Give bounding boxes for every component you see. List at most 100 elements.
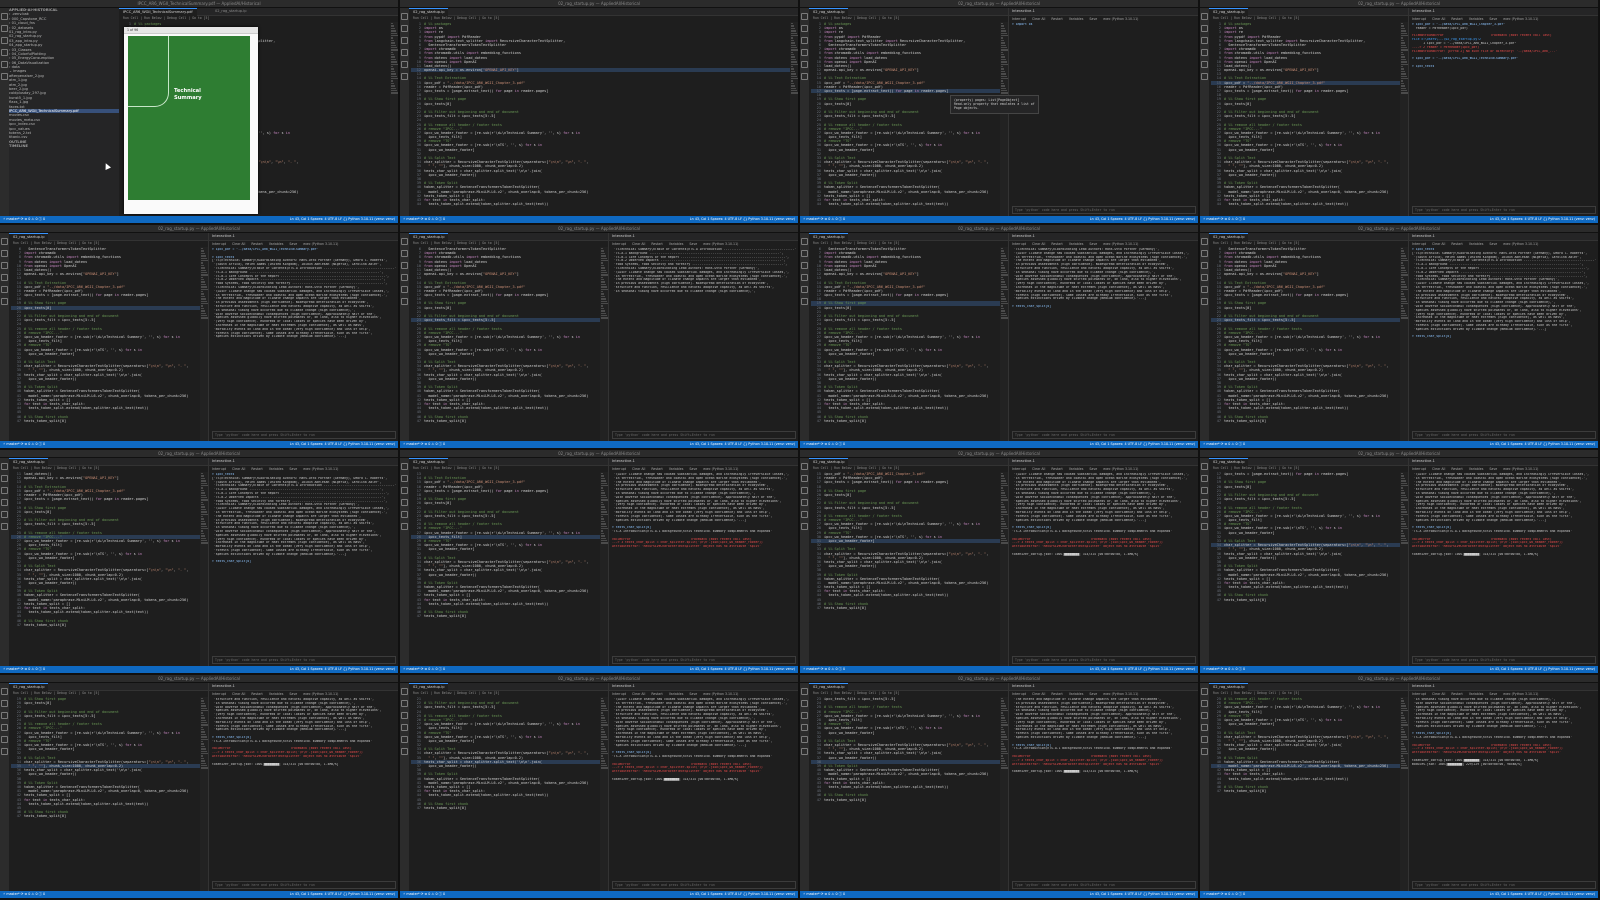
run-debug-icon[interactable] <box>1201 499 1208 506</box>
minimap[interactable] <box>1000 697 1008 891</box>
tab-interactive[interactable]: Interactive-1 <box>212 458 235 465</box>
toolbar-button[interactable]: Interrupt <box>212 242 226 246</box>
toolbar-button[interactable]: Interrupt <box>212 692 226 696</box>
code-lines[interactable]: 21 22 # %% Filter out beginning and end of… <box>409 697 600 891</box>
toolbar-button[interactable]: Variables <box>269 467 284 471</box>
source-control-icon[interactable] <box>401 487 408 494</box>
files-icon[interactable] <box>1201 238 1208 245</box>
toolbar-button[interactable]: Clear All <box>232 467 245 471</box>
toolbar-button[interactable]: Restart <box>1051 467 1062 471</box>
status-left[interactable]: ⚡ master* ⟳ ⊗ 0 ⚠ 0 ⓘ 0 <box>1203 441 1245 448</box>
toolbar-button[interactable]: Interrupt <box>1012 692 1026 696</box>
code-line[interactable]: 44 texts_token_split.extend(token_splitt… <box>1211 202 1400 206</box>
search-icon[interactable] <box>1 250 8 257</box>
toolbar-button[interactable]: Variables <box>1069 692 1084 696</box>
status-right[interactable]: Ln 43, Col 1 Spaces: 4 UTF-8 LF {} Pytho… <box>1490 216 1595 223</box>
tab-interactive[interactable]: Interactive-1 <box>1012 8 1035 15</box>
tab-active-file[interactable]: 02_rag_startup.ip <box>9 233 49 241</box>
search-icon[interactable] <box>401 25 408 32</box>
files-icon[interactable] <box>801 13 808 20</box>
toolbar-button[interactable]: Restart <box>251 242 262 246</box>
status-right[interactable]: Ln 43, Col 1 Spaces: 4 UTF-8 LF {} Pytho… <box>1090 666 1195 673</box>
source-control-icon[interactable] <box>1 37 8 44</box>
toolbar-button[interactable]: Clear All <box>1432 692 1445 696</box>
status-left[interactable]: ⚡ master* ⟳ ⊗ 0 ⚠ 0 ⓘ 0 <box>403 666 445 673</box>
source-control-icon[interactable] <box>1201 712 1208 719</box>
tab-active-file[interactable]: 02_rag_startup.ip <box>809 233 849 241</box>
source-control-icon[interactable] <box>1 712 8 719</box>
files-icon[interactable] <box>401 13 408 20</box>
files-icon[interactable] <box>1201 688 1208 695</box>
run-debug-icon[interactable] <box>801 274 808 281</box>
extensions-icon[interactable] <box>1 286 8 293</box>
run-debug-icon[interactable] <box>1201 274 1208 281</box>
toolbar-button[interactable]: Interrupt <box>1412 467 1426 471</box>
toolbar-button[interactable]: Interrupt <box>1012 17 1026 21</box>
toolbar-button[interactable]: exec (Python 3.10.11) <box>1103 467 1138 471</box>
extensions-icon[interactable] <box>1201 736 1208 743</box>
status-right[interactable]: Ln 43, Col 1 Spaces: 4 UTF-8 LF {} Pytho… <box>1490 441 1595 448</box>
toolbar-button[interactable]: exec (Python 3.10.11) <box>1103 17 1138 21</box>
code-line[interactable]: 47 texts_token_split[0] <box>11 814 200 818</box>
toolbar-button[interactable]: exec (Python 3.10.11) <box>703 692 738 696</box>
minimap[interactable] <box>600 472 608 666</box>
interactive-input[interactable]: Type 'python' code here and press Shift+… <box>1012 206 1196 214</box>
tab-interactive[interactable]: Interactive-1 <box>1412 458 1435 465</box>
run-debug-icon[interactable] <box>401 49 408 56</box>
toolbar-button[interactable]: Interrupt <box>1012 242 1026 246</box>
toolbar-button[interactable]: Save <box>1089 467 1097 471</box>
code-line[interactable]: 47 texts_token_split[0] <box>11 623 200 627</box>
jupyter-icon[interactable] <box>801 748 808 755</box>
output-area[interactable]: > ipcc_pdf = "../data/IPCC_AR6_WGII_Chap… <box>1412 23 1596 207</box>
minimap[interactable] <box>1000 247 1008 441</box>
minimap[interactable] <box>1400 697 1408 891</box>
extensions-icon[interactable] <box>1 736 8 743</box>
output-area[interactable]: > import os <box>1012 23 1196 207</box>
toolbar-button[interactable]: Save <box>1089 17 1097 21</box>
code-line[interactable]: 47 texts_token_split[0] <box>1211 598 1400 602</box>
toolbar-button[interactable]: Clear All <box>1032 242 1045 246</box>
toolbar-button[interactable]: exec (Python 3.10.11) <box>703 467 738 471</box>
toolbar-button[interactable]: Save <box>289 467 297 471</box>
interactive-input[interactable]: Type 'python' code here and press Shift+… <box>612 431 796 439</box>
output-area[interactable]: 'The extent and magnitude of climate cha… <box>1012 698 1196 882</box>
status-left[interactable]: ⚡ master* ⟳ ⊗ 0 ⚠ 0 ⓘ 0 <box>1203 891 1245 898</box>
toolbar-button[interactable]: exec (Python 3.10.11) <box>1503 242 1538 246</box>
extensions-icon[interactable] <box>401 61 408 68</box>
files-icon[interactable] <box>1201 13 1208 20</box>
toolbar-button[interactable]: Variables <box>1469 17 1484 21</box>
toolbar-button[interactable]: Save <box>289 242 297 246</box>
files-icon[interactable] <box>401 463 408 470</box>
extensions-icon[interactable] <box>1201 511 1208 518</box>
minimap[interactable] <box>600 697 608 891</box>
toolbar-button[interactable]: Interrupt <box>1412 242 1426 246</box>
extensions-icon[interactable] <box>801 736 808 743</box>
toolbar-button[interactable]: Clear All <box>232 692 245 696</box>
code-line[interactable]: 47 texts_token_split[0] <box>811 419 1000 423</box>
code-line[interactable]: 44 texts_token_split.extend(token_splitt… <box>811 202 1000 206</box>
toolbar-button[interactable]: Interrupt <box>1412 17 1426 21</box>
minimap[interactable] <box>200 697 208 891</box>
search-icon[interactable] <box>1 25 8 32</box>
files-icon[interactable] <box>401 238 408 245</box>
interactive-input[interactable]: Type 'python' code here and press Shift+… <box>1012 656 1196 664</box>
minimap[interactable] <box>1000 22 1008 216</box>
output-area[interactable]: '\u25cf Climate change has caused substa… <box>1412 473 1596 657</box>
interactive-input[interactable]: Type 'python' code here and press Shift+… <box>1412 206 1596 214</box>
tab-active-file[interactable]: 02_rag_startup.ip <box>409 683 449 691</box>
explorer-section[interactable]: TIMELINE <box>9 144 119 148</box>
toolbar-button[interactable]: Variables <box>1469 242 1484 246</box>
status-left[interactable]: ⚡ master* ⟳ ⊗ 0 ⚠ 0 ⓘ 0 <box>1203 666 1245 673</box>
output-area[interactable]: '\u25cf Climate change has caused substa… <box>612 473 796 657</box>
minimap[interactable] <box>600 247 608 441</box>
tab-active-file[interactable]: 02_rag_startup.ip <box>809 683 849 691</box>
toolbar-button[interactable]: Interrupt <box>1412 692 1426 696</box>
run-debug-icon[interactable] <box>801 724 808 731</box>
source-control-icon[interactable] <box>401 712 408 719</box>
minimap[interactable] <box>1400 472 1408 666</box>
search-icon[interactable] <box>801 250 808 257</box>
interactive-input[interactable]: Type 'python' code here and press Shift+… <box>1012 431 1196 439</box>
toolbar-button[interactable]: Restart <box>251 692 262 696</box>
status-left[interactable]: ⚡ master* ⟳ ⊗ 0 ⚠ 0 ⓘ 0 <box>3 666 45 673</box>
jupyter-icon[interactable] <box>1201 523 1208 530</box>
